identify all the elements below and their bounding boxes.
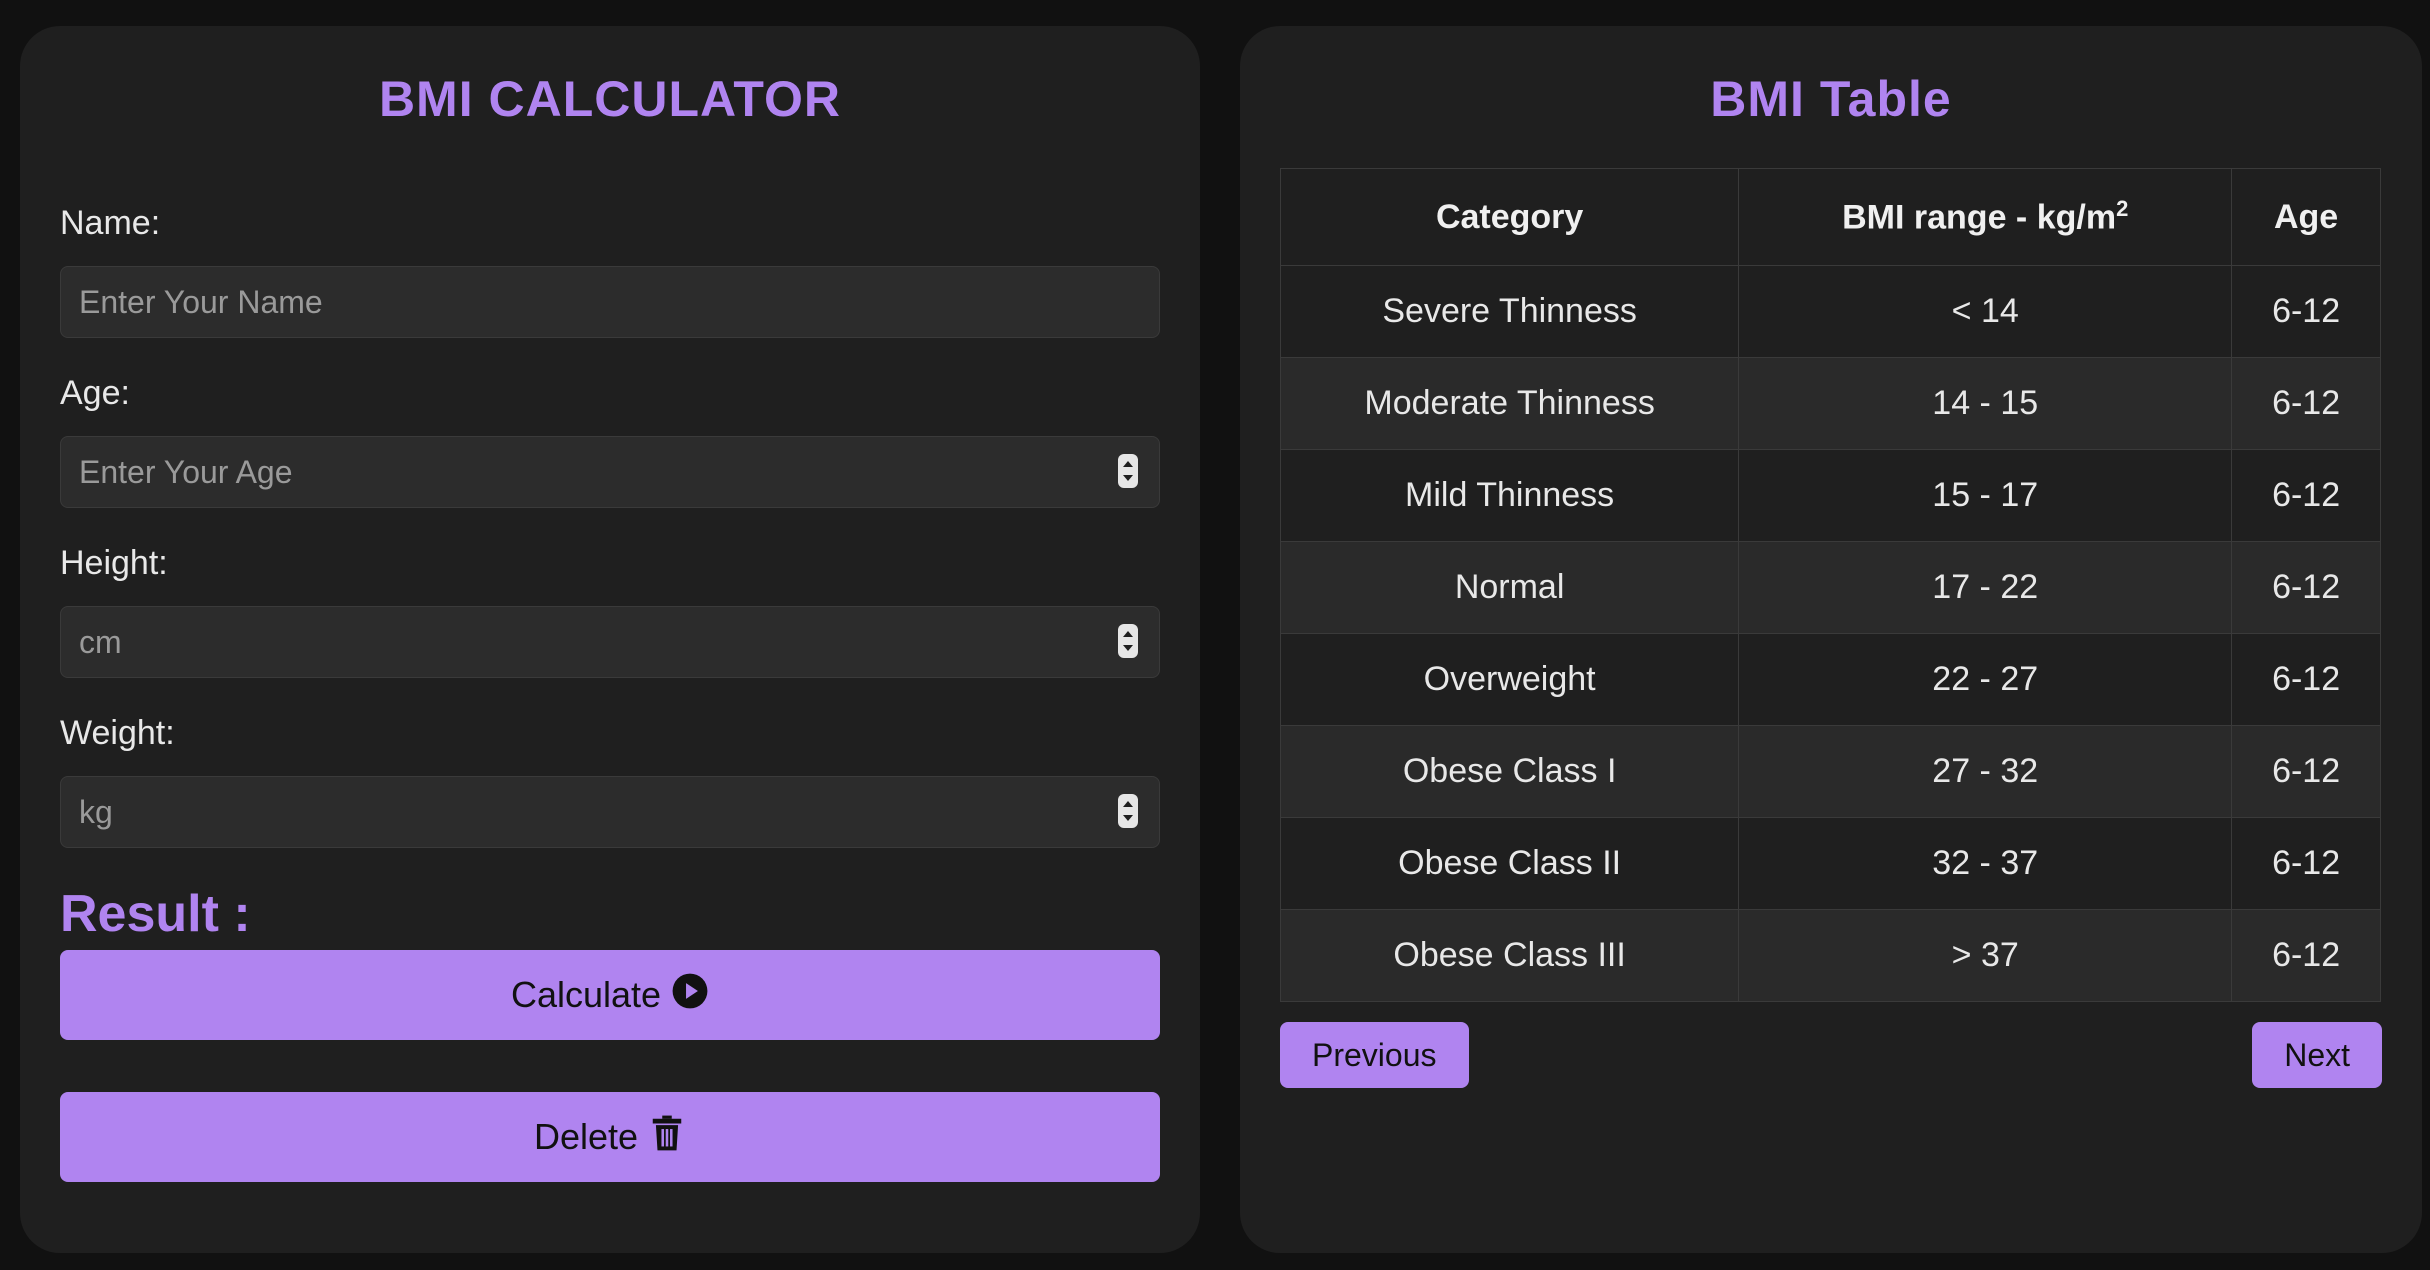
cell-category: Moderate Thinness bbox=[1279, 357, 1740, 450]
bmi-calculator-panel: BMI CALCULATOR Name: Age: Height: Weight… bbox=[20, 26, 1200, 1253]
calculate-button-label: Calculate bbox=[510, 974, 662, 1015]
header-bmi-range: BMI range - kg/m2 bbox=[1738, 168, 2233, 266]
age-label: Age: bbox=[60, 374, 130, 412]
cell-age: 6-12 bbox=[2231, 265, 2381, 358]
cell-age: 6-12 bbox=[2231, 449, 2381, 542]
cell-category: Obese Class II bbox=[1279, 817, 1740, 910]
table-row: Moderate Thinness 14 - 15 6-12 bbox=[1279, 357, 2381, 450]
height-field bbox=[60, 606, 1160, 678]
cell-category: Mild Thinness bbox=[1279, 449, 1740, 542]
weight-label: Weight: bbox=[60, 714, 175, 752]
cell-category: Normal bbox=[1279, 541, 1740, 634]
cell-range: 17 - 22 bbox=[1738, 541, 2233, 634]
cell-range: 32 - 37 bbox=[1738, 817, 2233, 910]
cell-range: < 14 bbox=[1738, 265, 2233, 358]
name-label: Name: bbox=[60, 204, 161, 242]
cell-category: Severe Thinness bbox=[1279, 265, 1740, 358]
next-button[interactable]: Next bbox=[2252, 1022, 2382, 1088]
cell-range: 22 - 27 bbox=[1738, 633, 2233, 726]
header-category: Category bbox=[1279, 168, 1740, 266]
result-label: Result : bbox=[60, 885, 251, 943]
height-spinner-icon[interactable] bbox=[1118, 624, 1138, 658]
bmi-table-panel: BMI Table Category BMI range - kg/m2 Age… bbox=[1240, 26, 2422, 1253]
weight-spinner-icon[interactable] bbox=[1118, 794, 1138, 828]
trash-icon bbox=[648, 1114, 686, 1161]
play-circle-icon bbox=[671, 972, 709, 1019]
height-label: Height: bbox=[60, 544, 168, 582]
cell-age: 6-12 bbox=[2231, 357, 2381, 450]
table-header-row: Category BMI range - kg/m2 Age bbox=[1279, 168, 2381, 266]
bmi-table: Category BMI range - kg/m2 Age Severe Th… bbox=[1279, 168, 2381, 1002]
table-row: Obese Class III > 37 6-12 bbox=[1279, 909, 2381, 1002]
cell-range: 14 - 15 bbox=[1738, 357, 2233, 450]
cell-range: 15 - 17 bbox=[1738, 449, 2233, 542]
table-row: Obese Class II 32 - 37 6-12 bbox=[1279, 817, 2381, 910]
calculator-title: BMI CALCULATOR bbox=[378, 71, 842, 127]
cell-age: 6-12 bbox=[2231, 633, 2381, 726]
name-input[interactable] bbox=[60, 266, 1160, 338]
age-field bbox=[60, 436, 1160, 508]
table-row: Severe Thinness < 14 6-12 bbox=[1279, 265, 2381, 358]
cell-age: 6-12 bbox=[2231, 909, 2381, 1002]
age-input[interactable] bbox=[60, 436, 1160, 508]
delete-button[interactable]: Delete bbox=[60, 1092, 1160, 1182]
cell-age: 6-12 bbox=[2231, 541, 2381, 634]
weight-field bbox=[60, 776, 1160, 848]
table-row: Normal 17 - 22 6-12 bbox=[1279, 541, 2381, 634]
height-input[interactable] bbox=[60, 606, 1160, 678]
cell-age: 6-12 bbox=[2231, 725, 2381, 818]
table-row: Overweight 22 - 27 6-12 bbox=[1279, 633, 2381, 726]
table-row: Mild Thinness 15 - 17 6-12 bbox=[1279, 449, 2381, 542]
table-row: Obese Class I 27 - 32 6-12 bbox=[1279, 725, 2381, 818]
cell-category: Obese Class I bbox=[1279, 725, 1740, 818]
calculate-button[interactable]: Calculate bbox=[60, 950, 1160, 1040]
cell-category: Overweight bbox=[1279, 633, 1740, 726]
header-age: Age bbox=[2231, 168, 2381, 266]
delete-button-label: Delete bbox=[533, 1116, 639, 1157]
age-spinner-icon[interactable] bbox=[1118, 454, 1138, 488]
cell-range: > 37 bbox=[1738, 909, 2233, 1002]
previous-button[interactable]: Previous bbox=[1280, 1022, 1469, 1088]
cell-age: 6-12 bbox=[2231, 817, 2381, 910]
table-title: BMI Table bbox=[1710, 71, 1952, 127]
cell-category: Obese Class III bbox=[1279, 909, 1740, 1002]
weight-input[interactable] bbox=[60, 776, 1160, 848]
cell-range: 27 - 32 bbox=[1738, 725, 2233, 818]
